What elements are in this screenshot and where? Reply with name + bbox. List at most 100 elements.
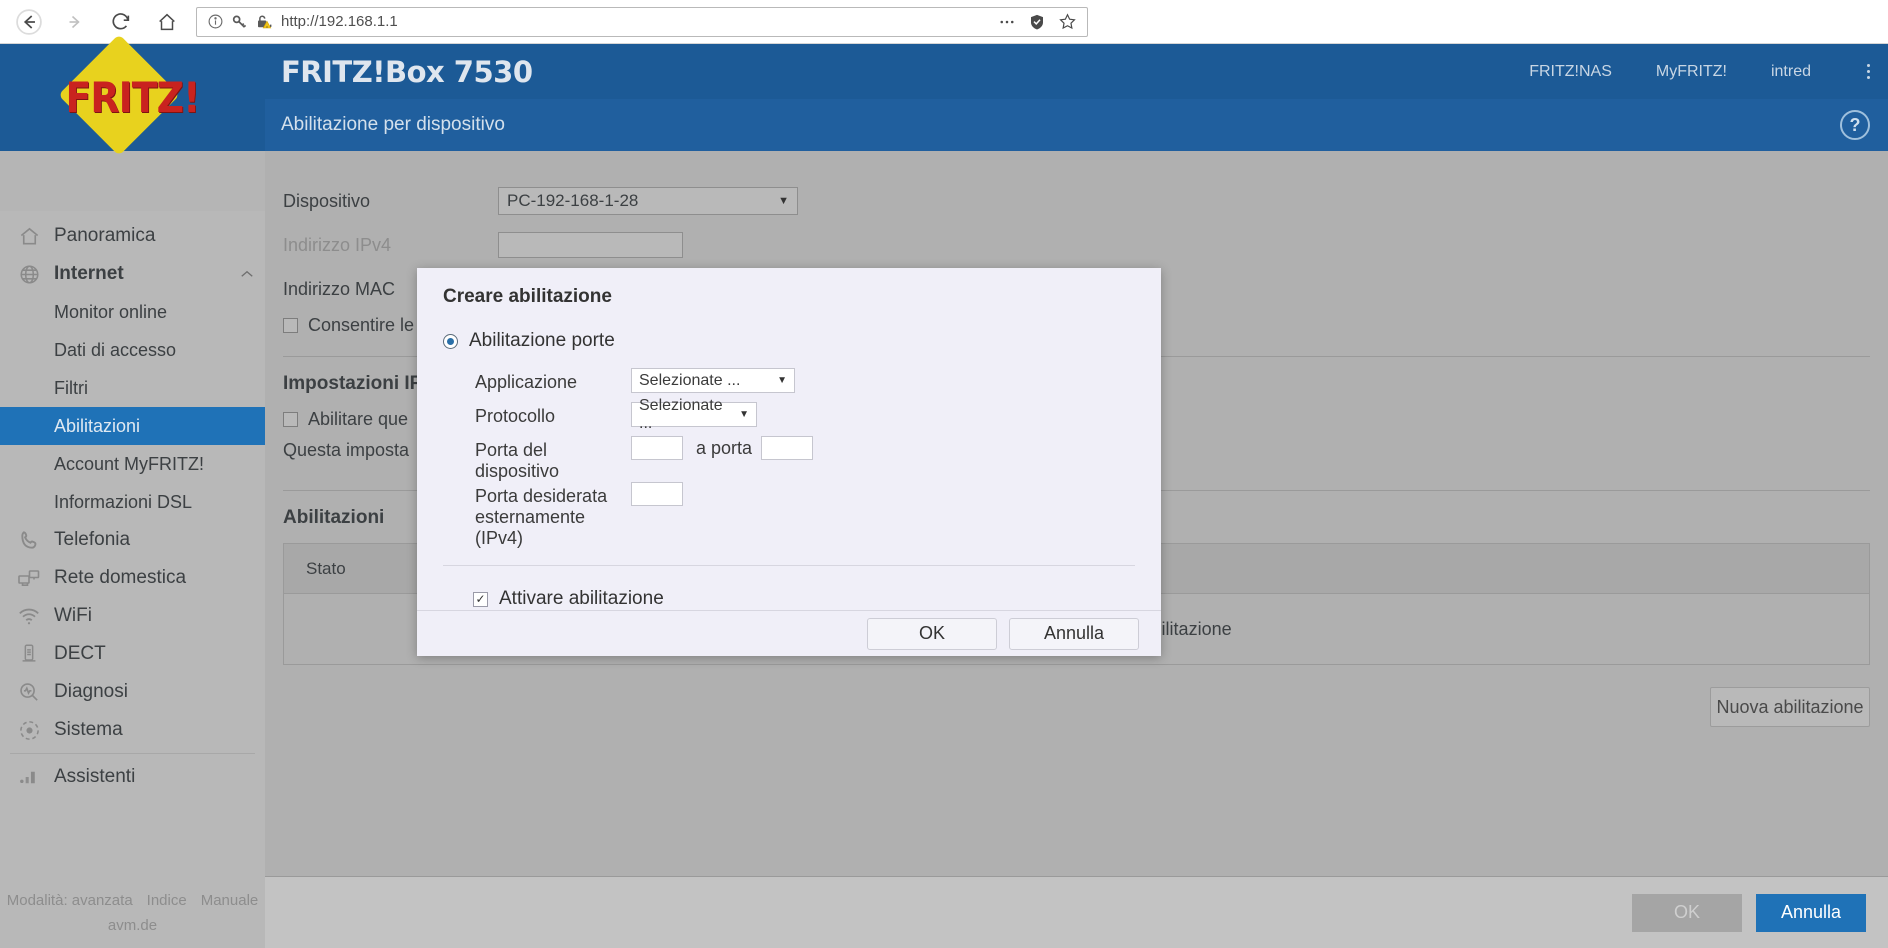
sidebar-item-label: Filtri	[54, 377, 88, 398]
lock-warning-icon[interactable]	[255, 13, 273, 31]
sidebar-item-label: Panoramica	[54, 225, 156, 246]
info-icon[interactable]	[207, 13, 224, 30]
header-link-myfritz[interactable]: MyFRITZ!	[1656, 63, 1727, 81]
sidebar-item-sistema[interactable]: Sistema	[0, 711, 265, 749]
applicazione-select-value: Selezionate ...	[639, 371, 741, 389]
help-icon[interactable]: ?	[1840, 110, 1870, 140]
home-icon	[12, 225, 46, 248]
back-arrow-icon	[16, 8, 42, 35]
sidebar-site-link[interactable]: avm.de	[108, 917, 157, 934]
porta-dispositivo-label: Porta del dispositivo	[475, 440, 560, 481]
sidebar-item-panoramica[interactable]: Panoramica	[0, 217, 265, 255]
porta-dispositivo-input[interactable]	[631, 436, 683, 460]
sidebar-index-link[interactable]: Indice	[147, 892, 187, 909]
applicazione-label: Applicazione	[475, 372, 578, 392]
a-porta-input[interactable]	[761, 436, 814, 460]
sidebar-item-wifi[interactable]: WiFi	[0, 597, 265, 635]
sidebar-item-informazioni-dsl[interactable]: Informazioni DSL	[0, 483, 265, 521]
a-porta-label: a porta	[696, 438, 753, 458]
abilitazione-porte-radio[interactable]	[443, 333, 458, 349]
reload-icon	[110, 11, 132, 33]
dialog-cancel-button[interactable]: Annulla	[1009, 617, 1139, 650]
star-icon[interactable]	[1058, 12, 1077, 31]
abilitazione-porte-radio-row[interactable]: Abilitazione porte	[443, 330, 1135, 352]
porta-dispositivo-row: Porta del dispositivo a porta	[443, 436, 1135, 482]
back-button[interactable]	[14, 7, 44, 37]
sidebar-nav: Panoramica Internet Monitor online Dati …	[0, 211, 265, 886]
page-cancel-button[interactable]: Annulla	[1756, 893, 1866, 932]
attivare-abilitazione-label: Attivare abilitazione	[499, 588, 664, 609]
sidebar-manual-link[interactable]: Manuale	[201, 892, 259, 909]
home-button[interactable]	[152, 7, 182, 37]
left-column: FRITZ! Panoramica Internet Monitor onlin…	[0, 34, 265, 948]
browser-nav-buttons	[14, 7, 182, 37]
applicazione-row: Applicazione Selezionate ... ▼	[443, 368, 1135, 402]
sidebar-mode-label[interactable]: Modalità: avanzata	[7, 892, 133, 909]
check-glyph: ✓	[475, 592, 486, 606]
page-footer-actions: OK Annulla	[265, 876, 1888, 948]
header-link-fritznas[interactable]: FRITZ!NAS	[1529, 63, 1612, 81]
app-header: FRITZ!Box 7530 FRITZ!NAS MyFRITZ! intred	[265, 44, 1888, 99]
sidebar-item-dati-di-accesso[interactable]: Dati di accesso	[0, 331, 265, 369]
porta-esterna-label-line2: esternamente (IPv4)	[475, 507, 586, 548]
breadcrumb: Abilitazione per dispositivo ?	[265, 99, 1888, 151]
shield-icon[interactable]	[1028, 13, 1046, 31]
porta-esterna-label-line1: Porta desiderata	[475, 486, 608, 506]
sidebar-item-internet[interactable]: Internet	[0, 255, 265, 293]
sidebar-item-monitor-online[interactable]: Monitor online	[0, 293, 265, 331]
sidebar-item-dect[interactable]: DECT	[0, 635, 265, 673]
chevron-down-icon: ▼	[739, 409, 749, 420]
porta-esterna-input[interactable]	[631, 482, 683, 506]
device-select[interactable]: PC-192-168-1-28 ▼	[498, 187, 798, 215]
sidebar-item-label: WiFi	[54, 605, 92, 626]
wifi-icon	[12, 604, 46, 628]
protocollo-label: Protocollo	[475, 406, 556, 426]
reload-button[interactable]	[106, 7, 136, 37]
sidebar-item-telefonia[interactable]: Telefonia	[0, 521, 265, 559]
forward-button[interactable]	[60, 7, 90, 37]
applicazione-select[interactable]: Selezionate ... ▼	[631, 368, 795, 393]
fritz-logo[interactable]: FRITZ!	[0, 34, 265, 156]
chevron-down-icon: ▼	[777, 375, 787, 386]
sidebar-item-label: Sistema	[54, 719, 123, 740]
address-bar[interactable]: http://192.168.1.1	[196, 6, 1088, 37]
sidebar-item-filtri[interactable]: Filtri	[0, 369, 265, 407]
chevron-up-icon[interactable]	[229, 265, 265, 283]
device-row: Dispositivo PC-192-168-1-28 ▼	[283, 181, 1870, 221]
address-bar-icons	[207, 13, 273, 31]
header-user-label[interactable]: intred	[1771, 63, 1811, 81]
consent-label: Consentire le	[308, 315, 415, 335]
enable-checkbox[interactable]	[283, 412, 298, 427]
sidebar-item-rete-domestica[interactable]: Rete domestica	[0, 559, 265, 597]
forward-arrow-icon	[63, 10, 87, 34]
page-ok-button[interactable]: OK	[1632, 893, 1742, 932]
sidebar-item-label: Internet	[54, 263, 124, 284]
help-glyph: ?	[1849, 114, 1861, 135]
dialog-ok-button[interactable]: OK	[867, 617, 997, 650]
porta-esterna-label: Porta desiderata esternamente (IPv4)	[443, 482, 631, 549]
sidebar-item-diagnosi[interactable]: Diagnosi	[0, 673, 265, 711]
protocollo-select[interactable]: Selezionate ... ▼	[631, 397, 757, 432]
system-dot-icon	[12, 719, 46, 742]
device-label: Dispositivo	[283, 190, 371, 211]
home-icon	[156, 11, 178, 33]
consent-checkbox[interactable]	[283, 318, 298, 333]
attivare-abilitazione-checkbox[interactable]: ✓	[473, 591, 488, 607]
ipv4-input[interactable]	[498, 232, 683, 258]
sidebar-item-abilitazioni[interactable]: Abilitazioni	[0, 407, 265, 445]
attivare-abilitazione-row[interactable]: ✓ Attivare abilitazione	[443, 566, 1135, 610]
sidebar-item-label: Rete domestica	[54, 567, 187, 588]
kebab-menu-icon[interactable]	[1867, 64, 1870, 79]
sidebar-item-label: Abilitazioni	[54, 415, 141, 436]
sidebar-item-assistenti[interactable]: Assistenti	[0, 758, 265, 796]
fritzbox-page: FRITZ! Panoramica Internet Monitor onlin…	[0, 34, 1888, 948]
sidebar-item-label: Telefonia	[54, 529, 131, 550]
sidebar-item-label: Informazioni DSL	[54, 491, 193, 512]
nuova-abilitazione-button[interactable]: Nuova abilitazione	[1710, 687, 1870, 727]
url-text[interactable]: http://192.168.1.1	[281, 13, 990, 30]
sidebar-item-account-myfritz[interactable]: Account MyFRITZ!	[0, 445, 265, 483]
wizard-icon	[12, 766, 46, 789]
sidebar-item-label: Dati di accesso	[54, 339, 177, 360]
ellipsis-icon[interactable]	[998, 13, 1016, 31]
key-icon[interactable]	[231, 13, 248, 30]
